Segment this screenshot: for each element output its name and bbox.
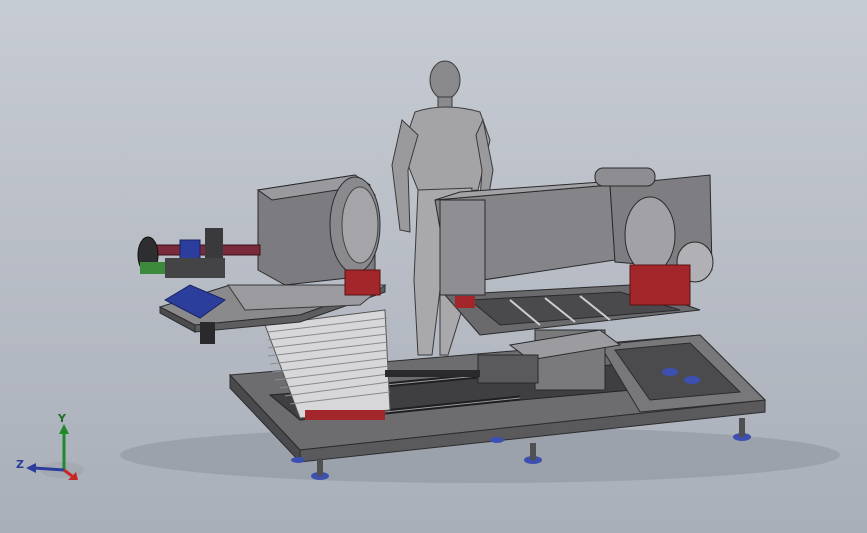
left-shaft-assembly[interactable] (137, 228, 261, 278)
left-motor[interactable] (256, 174, 381, 296)
triad-graphic (26, 424, 84, 480)
z-axis-arrow (33, 466, 65, 472)
z-axis-label: Z (16, 458, 24, 471)
graphics-viewport[interactable]: Y Z (0, 0, 867, 533)
orientation-triad[interactable]: Y Z (14, 410, 94, 490)
cad-model-scene[interactable] (0, 0, 867, 533)
y-axis-label: Y (58, 412, 66, 425)
